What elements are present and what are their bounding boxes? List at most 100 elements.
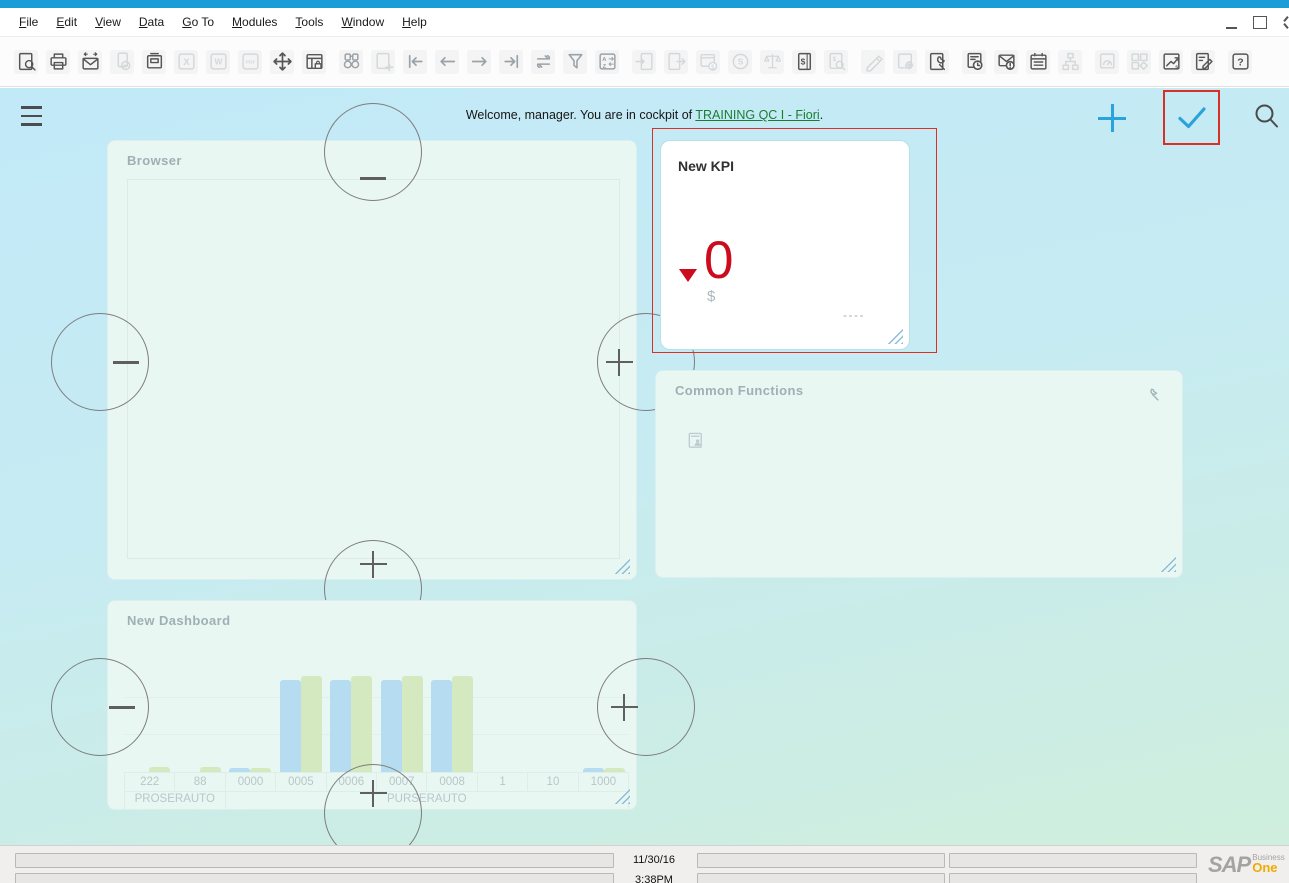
- confirm-button[interactable]: [1178, 106, 1206, 135]
- menu-edit[interactable]: Edit: [47, 15, 86, 29]
- business-partner-document-icon[interactable]: [686, 431, 705, 450]
- menu-help[interactable]: Help: [393, 15, 436, 29]
- export-excel-icon: X: [176, 51, 197, 72]
- toolbar-help-button[interactable]: ?: [1228, 50, 1252, 74]
- toolbar-pervasive-analytics-button[interactable]: s: [1159, 50, 1183, 74]
- toolbar-last-record-button[interactable]: [499, 50, 523, 74]
- toolbar-export-word-button: W: [206, 50, 230, 74]
- document-settings-icon: [895, 51, 916, 72]
- widget-browser-title: Browser: [127, 153, 182, 168]
- toolbar-messages-button[interactable]: [994, 50, 1018, 74]
- toolbar-alerts-button[interactable]: [962, 50, 986, 74]
- menu-file[interactable]: File: [10, 15, 47, 29]
- menu-window[interactable]: Window: [332, 15, 393, 29]
- chart-bar-series-green-0007: [402, 676, 423, 772]
- svg-text:$: $: [800, 57, 805, 67]
- chart-gridline: [124, 697, 629, 698]
- menu-go-to[interactable]: Go To: [173, 15, 223, 29]
- transaction-journal-icon: $: [794, 51, 815, 72]
- wrench-icon[interactable]: [1143, 385, 1160, 402]
- x-axis-label: 1: [478, 773, 528, 791]
- search-button[interactable]: [1252, 102, 1280, 135]
- toolbar-print-preview-button[interactable]: [14, 50, 38, 74]
- toolbar-group: s: [1095, 50, 1215, 74]
- sap-logo-text: SAP: [1208, 853, 1250, 877]
- x-axis-group-label: PROSERAUTO: [125, 791, 226, 809]
- sap-business-one-logo: SAP Business One: [1208, 853, 1285, 877]
- plus-icon: [1098, 104, 1126, 132]
- svg-text:PDF: PDF: [245, 60, 255, 66]
- toolbar-volume-and-weight-button: [760, 50, 784, 74]
- add-icon: [373, 51, 394, 72]
- common-functions-resize-handle[interactable]: [1158, 555, 1176, 572]
- browser-collapse-left-button[interactable]: [51, 313, 149, 411]
- kpi-resize-handle[interactable]: [885, 327, 903, 344]
- toolbar-send-sms-button: [110, 50, 134, 74]
- toolbar-group: [861, 50, 949, 74]
- toolbar-refresh-button[interactable]: [531, 50, 555, 74]
- app-window: FileEditViewDataGo ToModulesToolsWindowH…: [0, 0, 1289, 883]
- widget-common-functions[interactable]: Common Functions: [655, 370, 1183, 578]
- widget-new-kpi[interactable]: New KPI 0 $ ----: [660, 140, 910, 350]
- cockpit-link[interactable]: TRAINING QC I - Fiori: [695, 108, 819, 122]
- add-widget-button[interactable]: [1098, 104, 1126, 132]
- target-document-icon: [666, 51, 687, 72]
- toolbar-next-record-button[interactable]: [467, 50, 491, 74]
- toolbar-filter-button[interactable]: [563, 50, 587, 74]
- form-settings-icon: [927, 51, 948, 72]
- svg-text:$: $: [832, 56, 836, 63]
- toolbar-lock-screen-button[interactable]: [302, 50, 326, 74]
- plus-icon: [606, 349, 633, 376]
- toolbar-document-settings-button: [893, 50, 917, 74]
- toolbar-print-layout-designer-button[interactable]: [142, 50, 166, 74]
- sap-one-text: One: [1252, 862, 1284, 874]
- base-document-icon: [634, 51, 655, 72]
- chart-bar-series-green-0008: [452, 676, 473, 772]
- first-record-icon: [405, 51, 426, 72]
- svg-text:$: $: [710, 64, 714, 71]
- toolbar-widget-gallery-button: [1127, 50, 1151, 74]
- payment-means-icon: $: [698, 51, 719, 72]
- minus-icon: [360, 177, 386, 180]
- toolbar-pan-button[interactable]: [270, 50, 294, 74]
- calendar-icon: [1028, 51, 1049, 72]
- menu-modules[interactable]: Modules: [223, 15, 286, 29]
- menu-view[interactable]: View: [86, 15, 130, 29]
- status-message-field: [15, 853, 614, 868]
- print-icon: [48, 51, 69, 72]
- minimize-icon[interactable]: [1226, 16, 1237, 29]
- chart-bar-series-blue-0007: [381, 680, 402, 772]
- svg-text:?: ?: [1237, 56, 1243, 68]
- toolbar-organizational-chart-button: [1058, 50, 1082, 74]
- widget-gallery-icon: [1129, 51, 1150, 72]
- widget-browser[interactable]: Browser: [107, 140, 637, 580]
- toolbar-sort-button[interactable]: AZ: [595, 50, 619, 74]
- close-icon[interactable]: [1283, 15, 1289, 29]
- toolbar-first-record-button[interactable]: [403, 50, 427, 74]
- minus-icon: [113, 361, 139, 364]
- plus-icon: [360, 551, 387, 578]
- menu-tools[interactable]: Tools: [286, 15, 332, 29]
- send-sms-icon: [112, 51, 133, 72]
- maximize-icon[interactable]: [1253, 16, 1267, 29]
- toolbar-group: AZ: [339, 50, 619, 74]
- status-field: [697, 873, 945, 883]
- toolbar-user-defined-values-button[interactable]: [1191, 50, 1215, 74]
- toolbar-form-settings-button[interactable]: [925, 50, 949, 74]
- menu-data[interactable]: Data: [130, 15, 173, 29]
- toolbar-previous-record-button[interactable]: [435, 50, 459, 74]
- toolbar-send-email-button[interactable]: [78, 50, 102, 74]
- dashboard-expand-right-button[interactable]: [597, 658, 695, 756]
- toolbar-calendar-button[interactable]: [1026, 50, 1050, 74]
- browser-resize-handle[interactable]: [612, 557, 630, 574]
- browser-collapse-top-button[interactable]: [324, 103, 422, 201]
- toolbar-transaction-journal-button[interactable]: $: [792, 50, 816, 74]
- chart-bar-series-blue-0006: [330, 680, 351, 772]
- toolbar-base-document-button: [632, 50, 656, 74]
- toolbar-payment-means-button: $: [696, 50, 720, 74]
- dashboard-collapse-left-button[interactable]: [51, 658, 149, 756]
- toolbar-print-button[interactable]: [46, 50, 70, 74]
- export-pdf-icon: PDF: [240, 51, 261, 72]
- svg-text:A: A: [602, 57, 607, 63]
- toolbar-find-button[interactable]: [339, 50, 363, 74]
